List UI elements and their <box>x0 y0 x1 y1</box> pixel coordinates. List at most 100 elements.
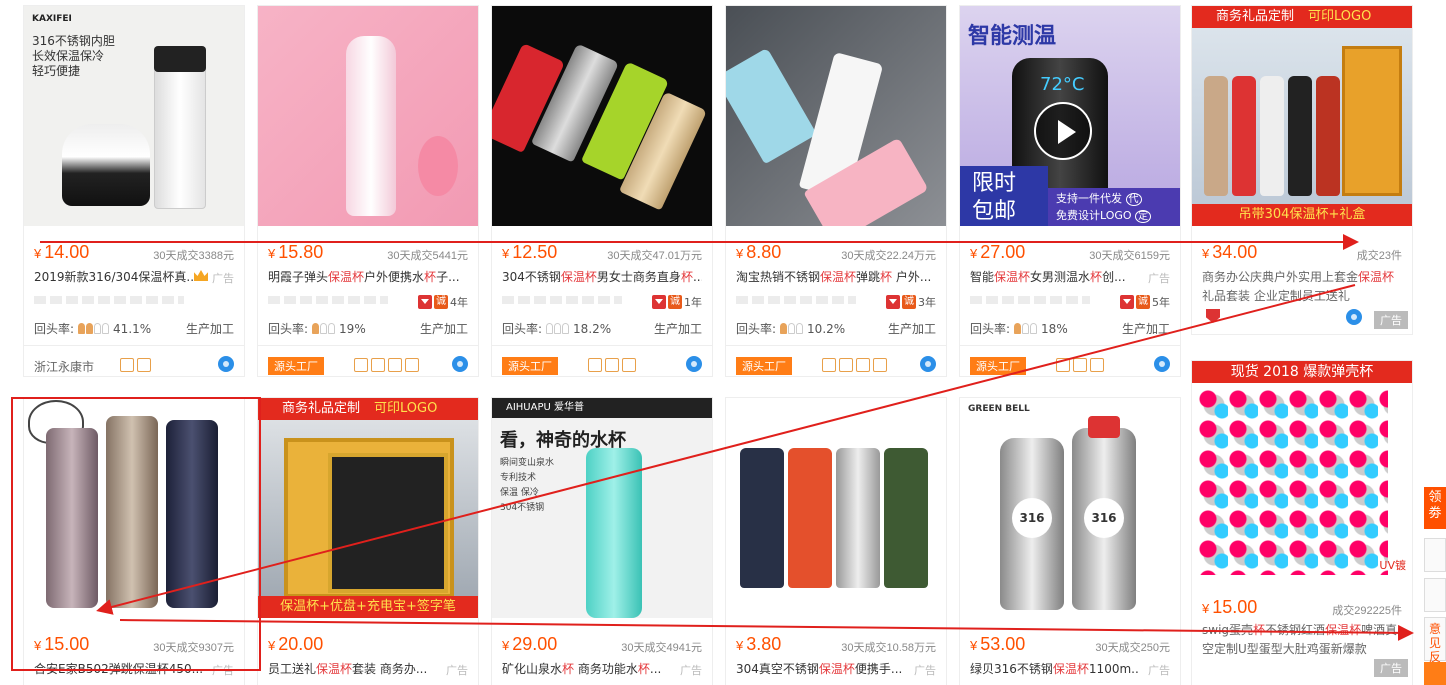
ad-label: 广告 <box>1148 272 1170 285</box>
temp-display: 72°C <box>1040 74 1085 95</box>
product-title[interactable]: 304不锈钢保温杯男女士商务直身杯... <box>502 268 702 285</box>
shield-icon <box>652 295 666 309</box>
rank-badge: 诚 3年 <box>886 294 936 310</box>
price: ¥29.00 <box>502 634 558 654</box>
product-card[interactable]: KAXIFEI 316不锈钢内胆 长效保温保冷 轻巧便捷 ¥14.00 30天成交3… <box>23 5 245 377</box>
cap-graphic <box>1088 416 1120 438</box>
product-card[interactable]: ¥3.80 30天成交10.58万元 304真空不锈钢保温杯便携手... 广告 <box>725 397 947 685</box>
ad-label: 广告 <box>446 664 468 677</box>
bottle-graphic <box>884 448 928 588</box>
chat-icon[interactable] <box>452 356 468 372</box>
flamingo-graphic <box>418 136 458 196</box>
badge-icons <box>1056 358 1104 372</box>
product-card[interactable]: 智能测温 72°C 限时 包邮 支持一件代发 代 免费设计LOGO 定 ¥27.0… <box>959 5 1181 377</box>
divider <box>492 345 712 346</box>
divider <box>960 345 1180 346</box>
cheng-icon: 诚 <box>434 295 448 309</box>
sales-count: 30天成交22.24万元 <box>841 250 936 262</box>
badge-icons <box>354 358 419 372</box>
source-factory-tag: 源头工厂 <box>268 357 324 375</box>
product-image[interactable]: 商务礼品定制 可印LOGO 吊带304保温杯+礼盒 <box>1192 6 1412 226</box>
cap-graphic <box>154 46 206 72</box>
cheng-icon: 诚 <box>668 295 682 309</box>
cheng-icon: 诚 <box>1136 295 1150 309</box>
ad-product-card[interactable]: 现货 2018 爆款弹壳杯 UV镀 ¥15.00 成交292225件 swig蛋… <box>1191 360 1413 685</box>
product-card[interactable]: GREEN BELL 316 316 ¥53.00 30天成交250元 绿贝31… <box>959 397 1181 685</box>
product-title[interactable]: 2019新款316/304保温杯真... <box>34 268 194 285</box>
product-image[interactable]: GREEN BELL 316 316 <box>960 398 1180 618</box>
badge-icons <box>588 358 636 372</box>
price: ¥3.80 <box>736 634 782 654</box>
price: ¥20.00 <box>268 634 324 654</box>
crown-icon <box>194 270 208 281</box>
product-image[interactable]: AIHUAPU 爱华普 看，神奇的水杯 瞬间变山泉水 专利技术 保温 保冷 304不锈… <box>492 398 712 618</box>
product-card[interactable]: ¥8.80 30天成交22.24万元 淘宝热销不锈钢保温杯弹跳杯 户外... 诚… <box>725 5 947 377</box>
blurred-text <box>736 296 856 304</box>
selection-highlight-box <box>11 397 261 671</box>
repurchase-row: 回头率: 18% 生产加工 <box>970 321 1170 337</box>
blurred-text <box>970 296 1090 304</box>
product-card[interactable]: ¥15.80 30天成交5441元 明霞子弹头保温杯户外便携水杯子... 诚 4年… <box>257 5 479 377</box>
product-image[interactable] <box>726 6 946 226</box>
bottle-graphic <box>1316 76 1340 196</box>
chat-icon[interactable] <box>1346 309 1362 325</box>
shield-icon <box>1206 309 1220 323</box>
sales-count: 30天成交47.01万元 <box>607 250 702 262</box>
price: ¥12.50 <box>502 242 558 262</box>
price: ¥8.80 <box>736 242 782 262</box>
product-card[interactable]: 商务礼品定制 可印LOGO 保温杯+优盘+充电宝+签字笔 ¥20.00 员工送礼保… <box>257 397 479 685</box>
price: ¥15.80 <box>268 242 324 262</box>
product-image[interactable]: KAXIFEI 316不锈钢内胆 长效保温保冷 轻巧便捷 <box>24 6 244 226</box>
play-icon[interactable] <box>1034 102 1092 160</box>
promo-banner: 现货 2018 爆款弹壳杯 <box>1192 361 1412 383</box>
product-image[interactable] <box>258 6 478 226</box>
product-title[interactable]: 304真空不锈钢保温杯便携手... <box>736 660 906 677</box>
blurred-text <box>268 296 388 304</box>
product-image[interactable] <box>492 6 712 226</box>
chat-icon[interactable] <box>218 356 234 372</box>
product-title[interactable]: 商务办公庆典户外实用上套金保温杯 礼品套装 企业定制员工送礼 <box>1202 268 1407 306</box>
location: 浙江永康市 <box>34 360 95 374</box>
ad-label: 广告 <box>680 664 702 677</box>
product-title[interactable]: 明霞子弹头保温杯户外便携水杯子... <box>268 268 468 285</box>
source-factory-tag: 源头工厂 <box>502 357 558 375</box>
chat-icon[interactable] <box>920 356 936 372</box>
product-title[interactable]: 淘宝热销不锈钢保温杯弹跳杯 户外... <box>736 268 936 285</box>
bottle-graphic <box>726 47 817 165</box>
promo-strip: 支持一件代发 代 免费设计LOGO 定 <box>1048 188 1180 226</box>
product-card[interactable]: ¥12.50 30天成交47.01万元 304不锈钢保温杯男女士商务直身杯...… <box>491 5 713 377</box>
repurchase-row: 回头率: 19% 生产加工 <box>268 321 468 337</box>
bottle-graphic <box>1204 76 1228 196</box>
bottle-graphic <box>586 448 642 618</box>
product-card[interactable]: AIHUAPU 爱华普 看，神奇的水杯 瞬间变山泉水 专利技术 保温 保冷 304不锈… <box>491 397 713 685</box>
gift-box-graphic <box>1342 46 1402 196</box>
feedback-side-tab[interactable]: 意见反馈 <box>1424 617 1446 678</box>
scroll-top-button[interactable] <box>1424 662 1446 685</box>
people-icon <box>546 323 570 334</box>
product-title[interactable]: 矿化山泉水杯 商务功能水杯... <box>502 660 672 677</box>
ad-product-card[interactable]: 商务礼品定制 可印LOGO 吊带304保温杯+礼盒 ¥34.00 成交23件 商务… <box>1191 5 1413 335</box>
product-image[interactable]: 商务礼品定制 可印LOGO 保温杯+优盘+充电宝+签字笔 <box>258 398 478 618</box>
brand-bar: AIHUAPU 爱华普 <box>492 398 712 418</box>
cart-icon[interactable] <box>1424 578 1446 612</box>
headset-icon[interactable] <box>1424 538 1446 572</box>
badge-316: 316 <box>1012 498 1052 538</box>
product-title[interactable]: swig蛋壳杯不锈钢红酒保温杯啤酒真 空定制U型蛋型大肚鸡蛋新爆款 <box>1202 621 1407 659</box>
product-title[interactable]: 智能保温杯女男测温水杯创... <box>970 268 1140 285</box>
rank-badge: 诚 5年 <box>1120 294 1170 310</box>
product-image[interactable]: 智能测温 72°C 限时 包邮 支持一件代发 代 免费设计LOGO 定 <box>960 6 1180 226</box>
coupon-side-tab[interactable]: 领劵 <box>1424 487 1446 529</box>
image-headline: 智能测温 <box>968 24 1057 49</box>
uv-label: UV镀 <box>1379 559 1406 572</box>
product-title[interactable]: 绿贝316不锈钢保温杯1100m... <box>970 660 1140 677</box>
product-title[interactable]: 员工送礼保温杯套装 商务办... <box>268 660 438 677</box>
people-icon <box>312 323 336 334</box>
product-image[interactable]: 现货 2018 爆款弹壳杯 UV镀 <box>1192 361 1412 581</box>
cheng-icon: 诚 <box>902 295 916 309</box>
chat-icon[interactable] <box>1154 356 1170 372</box>
chat-icon[interactable] <box>686 356 702 372</box>
promo-box: 限时 包邮 <box>960 166 1048 226</box>
blurred-text <box>34 296 184 304</box>
bottle-graphic <box>1260 76 1284 196</box>
product-image[interactable] <box>726 398 946 618</box>
